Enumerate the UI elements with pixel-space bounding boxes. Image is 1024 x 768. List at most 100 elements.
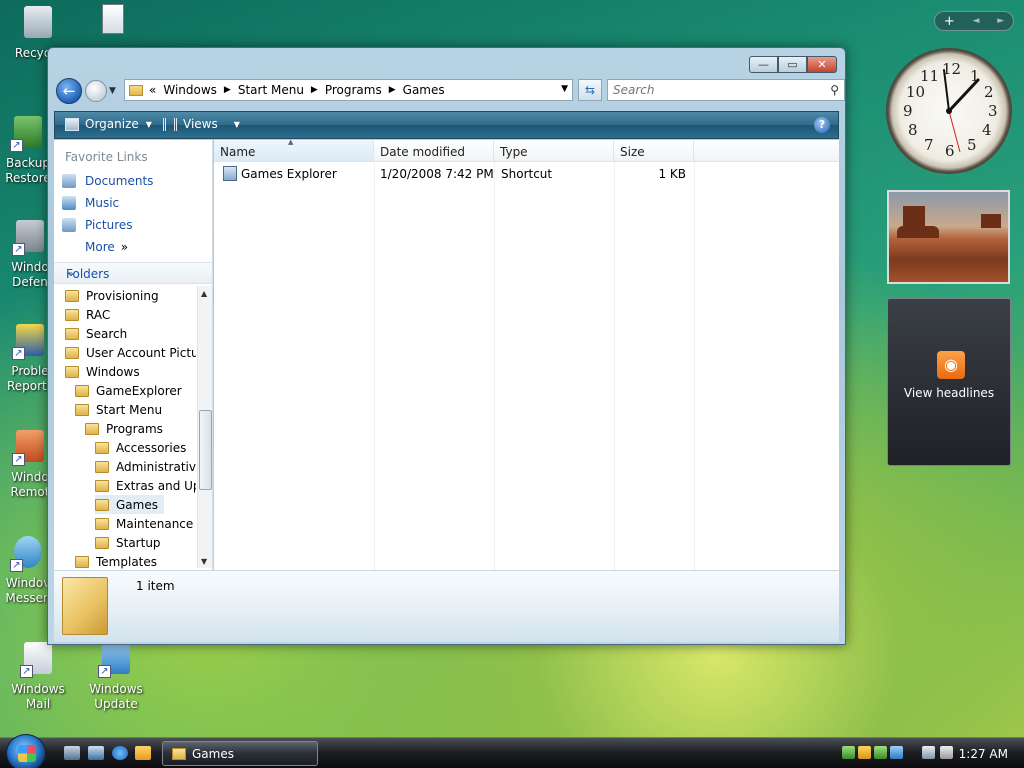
chevron-right-icon[interactable]: ▶ (224, 85, 231, 95)
column-divider (374, 162, 375, 570)
favorite-link-music[interactable]: Music (62, 196, 119, 210)
scroll-down-arrow[interactable]: ▼ (201, 557, 207, 566)
breadcrumb-games[interactable]: Games (403, 83, 445, 97)
next-gadget-button[interactable]: ► (997, 16, 1004, 26)
tree-item-selected[interactable]: Games (95, 495, 164, 514)
tree-item[interactable]: Maintenance (95, 514, 193, 533)
clock-gadget[interactable]: 12 1 2 3 4 5 6 7 8 9 10 11 (886, 48, 1012, 174)
refresh-button[interactable]: ⇆ (578, 79, 602, 101)
favorite-link-pictures[interactable]: Pictures (62, 218, 133, 232)
search-input[interactable] (608, 80, 813, 100)
minimize-button[interactable]: — (749, 56, 778, 73)
forward-button[interactable] (85, 80, 107, 102)
tree-item[interactable]: Extras and Upgrades (95, 476, 196, 495)
tree-item-label: Games (116, 497, 158, 512)
tree-item[interactable]: Start Menu (75, 400, 162, 419)
tree-item[interactable]: User Account Pictures (65, 343, 196, 362)
breadcrumb-windows[interactable]: Windows (163, 83, 217, 97)
tree-item[interactable]: Windows (65, 362, 140, 381)
volume-muted-icon[interactable] (940, 746, 953, 759)
tree-item-label: Maintenance (116, 516, 194, 531)
rss-icon: ◉ (937, 351, 965, 379)
tree-item-label: Start Menu (96, 402, 163, 417)
views-label: Views (183, 117, 218, 131)
maximize-button[interactable]: ▭ (778, 56, 807, 73)
tree-item[interactable]: Programs (85, 419, 163, 438)
taskbar: Games 1:27 AM (0, 734, 1024, 768)
tree-item[interactable]: RAC (65, 305, 110, 324)
tree-item[interactable]: GameExplorer (75, 381, 182, 400)
back-button[interactable]: ← (56, 78, 82, 104)
tray-app-icon[interactable] (890, 746, 903, 759)
help-button[interactable]: ? (814, 117, 830, 133)
folder-icon (95, 441, 109, 454)
feed-headlines-gadget[interactable]: ◉ View headlines (887, 298, 1011, 466)
tray-app-icon[interactable] (842, 746, 855, 759)
security-shield-icon[interactable] (858, 746, 871, 759)
tree-item[interactable]: Search (65, 324, 127, 343)
file-row[interactable]: Games Explorer 1/20/2008 7:42 PM Shortcu… (214, 164, 694, 184)
close-button[interactable]: ✕ (807, 56, 837, 73)
folder-large-icon (62, 577, 108, 635)
desktop-icon-mail[interactable]: ↗ Windows Mail (0, 640, 76, 712)
column-header-label: Date modified (380, 145, 466, 159)
search-icon[interactable]: ⚲ (830, 83, 839, 97)
add-gadget-button[interactable]: + (944, 14, 955, 29)
slideshow-gadget[interactable] (887, 190, 1010, 284)
folders-header[interactable]: Folders ⌄ (54, 262, 212, 284)
favorite-link-more[interactable]: More » (85, 240, 128, 254)
explorer-window[interactable]: — ▭ ✕ ← ▼ « Windows ▶ Start Menu ▶ Progr… (47, 47, 846, 645)
taskbar-button-label: Games (192, 746, 234, 761)
tree-item[interactable]: Provisioning (65, 286, 159, 305)
contacts-icon (102, 4, 124, 34)
scroll-up-arrow[interactable]: ▲ (201, 289, 207, 298)
tray-app-icon[interactable] (874, 746, 887, 759)
column-header-name[interactable]: Name ▲ (214, 138, 374, 162)
breadcrumb-programs[interactable]: Programs (325, 83, 382, 97)
media-player-icon[interactable] (135, 746, 151, 760)
desktop-icon-label: Backup Restore (5, 156, 51, 185)
tree-item[interactable]: Accessories (95, 438, 186, 457)
favorite-link-documents[interactable]: Documents (62, 174, 153, 188)
show-desktop-icon[interactable] (64, 746, 80, 760)
clock-time[interactable]: 1:27 AM (959, 747, 1008, 761)
search-box[interactable]: ⚲ (607, 79, 845, 101)
internet-explorer-icon[interactable] (112, 746, 128, 760)
column-header-date[interactable]: Date modified (374, 140, 494, 162)
sort-arrow-icon: ▲ (288, 138, 294, 146)
start-button[interactable] (6, 734, 46, 768)
switch-windows-icon[interactable] (88, 746, 104, 760)
tree-item-label: Search (86, 326, 128, 341)
address-overflow[interactable]: « (149, 83, 156, 97)
column-header-type[interactable]: Type (494, 140, 614, 162)
favorite-link-label: Music (85, 196, 120, 210)
views-icon (163, 117, 177, 131)
desktop-icon-update[interactable]: ↗ Windows Update (78, 640, 154, 712)
tree-item-label: Startup (116, 535, 161, 550)
chevron-right-icon[interactable]: ▶ (389, 85, 396, 95)
scroll-thumb[interactable] (199, 410, 212, 490)
desktop-icon-top[interactable] (94, 4, 128, 44)
chevron-right-icon[interactable]: ▶ (311, 85, 318, 95)
views-menu[interactable]: Views ▼ (163, 117, 240, 131)
column-header-size[interactable]: Size (614, 140, 694, 162)
tree-item[interactable]: Templates (75, 552, 157, 570)
problem-reports-icon: ↗ (10, 322, 50, 362)
tree-item[interactable]: Administrative Tools (95, 457, 196, 476)
prev-gadget-button[interactable]: ◄ (973, 16, 980, 26)
address-dropdown[interactable]: ▼ (561, 84, 568, 94)
tree-item[interactable]: Startup (95, 533, 161, 552)
organize-icon (65, 117, 79, 131)
organize-menu[interactable]: Organize ▼ (65, 117, 152, 131)
taskbar-button-games[interactable]: Games (162, 741, 318, 766)
recent-pages-dropdown[interactable]: ▼ (109, 86, 116, 96)
view-headlines-link[interactable]: View headlines (888, 386, 1010, 400)
network-icon[interactable] (922, 746, 935, 759)
pictures-icon (62, 218, 76, 232)
tree-scrollbar[interactable]: ▲ ▼ (197, 286, 212, 568)
chevron-down-icon: ▼ (145, 119, 152, 129)
breadcrumb-start-menu[interactable]: Start Menu (238, 83, 304, 97)
address-bar[interactable]: « Windows ▶ Start Menu ▶ Programs ▶ Game… (124, 79, 573, 101)
folder-icon (65, 327, 79, 340)
mail-icon: ↗ (18, 640, 58, 680)
